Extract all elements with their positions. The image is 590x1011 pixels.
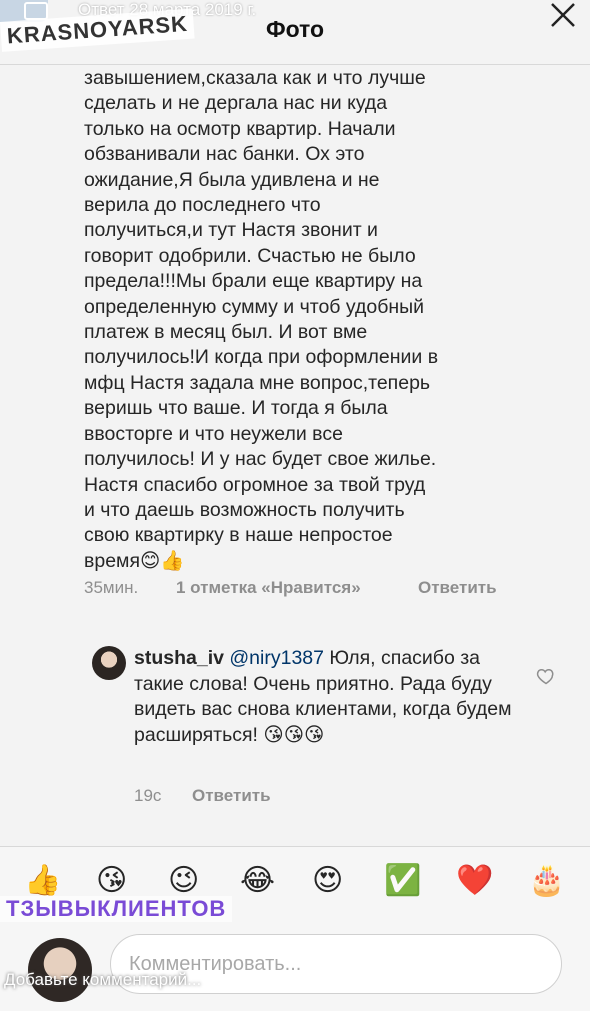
header: Ответ 28 марта 2019 г. Фото KRASNOYARSK <box>0 0 590 65</box>
add-comment-overlay: Добавьте комментарий... <box>4 970 202 989</box>
emoji-kiss[interactable]: 😘 <box>96 863 127 898</box>
comment-time: 35мин. <box>84 578 139 597</box>
emoji-check-mark[interactable]: ✅ <box>384 863 421 898</box>
emoji-heart-eyes[interactable]: 😍 <box>312 863 343 898</box>
comment-reply-button[interactable]: Ответить <box>418 578 497 598</box>
emoji-cake[interactable]: 🎂 <box>528 863 565 898</box>
reply-meta: 19с Ответить <box>134 786 271 806</box>
heart-icon[interactable] <box>536 666 556 686</box>
emoji-heart[interactable]: ❤️ <box>456 863 493 898</box>
reply-mention[interactable]: @niry1387 <box>229 647 324 669</box>
emoji-thumbs-up[interactable]: 👍 <box>24 863 61 898</box>
avatar[interactable] <box>92 646 126 680</box>
comment-input-row <box>0 926 590 1011</box>
comment-meta: 35мин. 1 отметка «Нравится» Ответить <box>84 578 497 598</box>
reply-reply-button[interactable]: Ответить <box>192 786 271 806</box>
reply-time: 19с <box>134 786 162 805</box>
comment-likes-link[interactable]: 1 отметка «Нравится» <box>176 578 361 598</box>
reply-comment: stusha_iv @niry1387 Юля, спасибо за таки… <box>134 646 524 748</box>
watermark-bottom: ТЗЫВЫКЛИЕНТОВ <box>0 896 233 922</box>
emoji-tears-of-joy[interactable]: 😂 <box>240 863 275 898</box>
close-icon[interactable] <box>548 0 578 30</box>
reply-username[interactable]: stusha_iv <box>134 647 224 669</box>
emoji-wink[interactable]: 😉 <box>168 863 199 898</box>
comment-text: завышением,сказала как и что лучше сдела… <box>84 67 439 572</box>
